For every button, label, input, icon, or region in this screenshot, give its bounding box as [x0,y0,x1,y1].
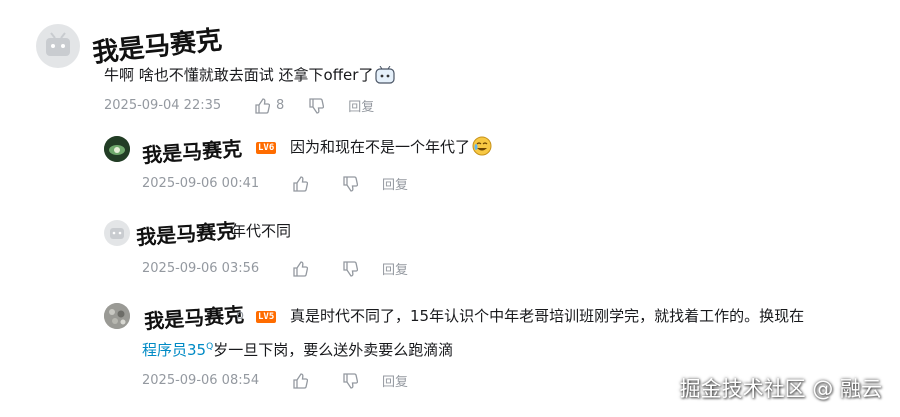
dark-green-avatar-icon [104,136,130,162]
grey-pattern-avatar-icon [104,303,130,329]
cry-laugh-emoji-icon [472,136,492,164]
watermark: 掘金技术社区 @ 融云 [679,377,882,401]
reply-meta: 2025-09-06 03:56 回复 [142,259,408,278]
avatar[interactable] [104,136,130,162]
dislike-button[interactable] [308,97,325,114]
reply-text-line2: 程序员35Q岁一旦下岗，要么送外卖要么跑滴滴 [142,341,454,359]
username-tail: o [236,308,244,323]
like-button[interactable] [292,175,308,192]
reply-button[interactable]: 回复 [382,259,408,278]
avatar[interactable] [104,220,130,246]
tv-mascot-avatar-icon [110,228,124,239]
dislike-button[interactable] [342,372,358,389]
thumbs-down-icon [343,260,358,277]
tv-face-emoji-icon [375,65,396,92]
comment-meta: 2025-09-04 22:35 8 回复 [104,96,374,115]
reply-text: 因为和现在不是一个年代了 [290,134,492,164]
avatar[interactable] [104,303,130,329]
search-link[interactable]: 程序员35 [142,341,206,359]
timestamp: 2025-09-06 03:56 [142,261,260,276]
timestamp: 2025-09-06 00:41 [142,176,260,191]
thumbs-up-icon [255,97,270,114]
timestamp: 2025-09-04 22:35 [104,98,222,113]
reply-meta: 2025-09-06 08:54 回复 [142,371,408,390]
dislike-button[interactable] [342,175,358,192]
reply-meta: 2025-09-06 00:41 回复 [142,174,408,193]
like-button[interactable] [292,372,308,389]
reply-button[interactable]: 回复 [382,174,408,193]
like-button[interactable] [292,260,308,277]
thumbs-up-icon [293,260,308,277]
reply-button[interactable]: 回复 [382,371,408,390]
level-badge: LV5 [256,311,277,323]
like-count: 8 [276,98,285,113]
username-sticker[interactable]: 我是马赛克 [135,215,237,251]
thumbs-down-icon [309,97,325,114]
username-sticker[interactable]: 我是马赛克 [143,299,245,335]
username-sticker[interactable]: 我是马赛克 [141,133,243,169]
like-button[interactable]: 8 [254,97,285,114]
tv-mascot-avatar-icon [46,32,70,56]
reply-button[interactable]: 回复 [348,96,374,115]
thumbs-up-icon [293,372,308,389]
thumbs-down-icon [343,372,358,389]
thumbs-up-icon [293,175,308,192]
reply-text: 年代不同 [231,222,292,240]
avatar[interactable] [36,24,80,68]
timestamp: 2025-09-06 08:54 [142,373,260,388]
level-badge: LV6 [256,142,277,154]
reply-text-line1: 真是时代不同了，15年认识个中年老哥培训班刚学完，就找着工作的。换现在 [290,307,805,325]
dislike-button[interactable] [342,260,358,277]
thumbs-down-icon [343,175,358,192]
comment-text: 牛啊 啥也不懂就敢去面试 还拿下offer了 [104,62,396,92]
